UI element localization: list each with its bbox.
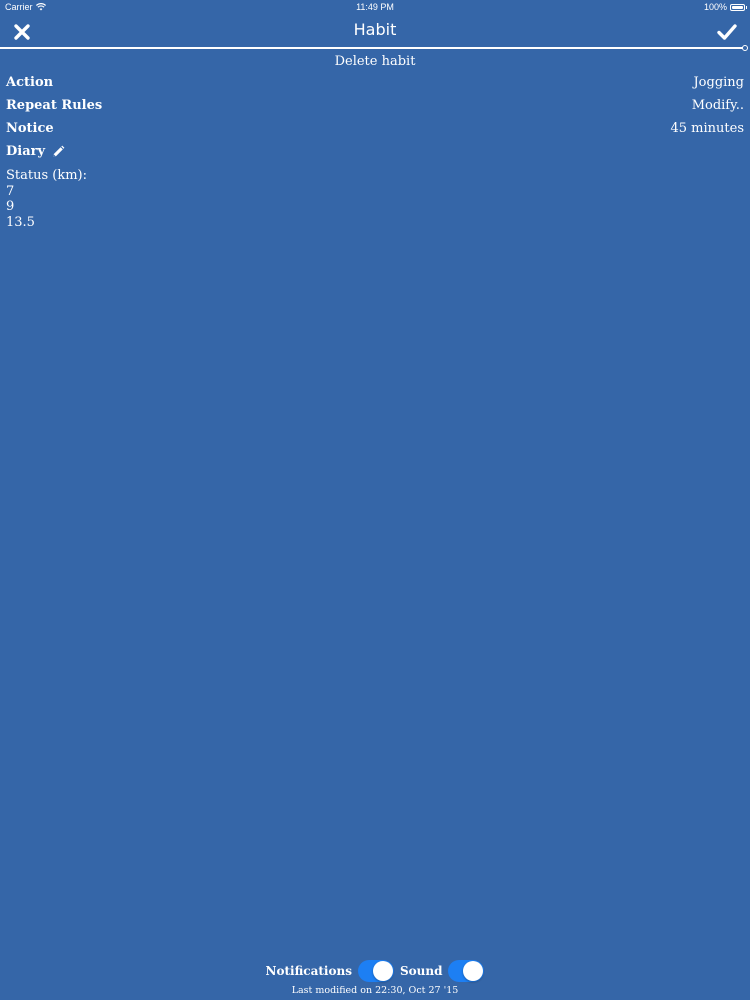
toggle-knob <box>463 961 484 981</box>
footer: Notifications Sound Last modified on 22:… <box>0 958 750 1000</box>
diary-line: Status (km): <box>6 168 88 183</box>
diary-line: 13.5 <box>6 214 35 230</box>
row-repeat-rules[interactable]: Repeat Rules Modify.. <box>6 98 744 118</box>
action-label: Action <box>6 75 54 90</box>
row-diary[interactable]: Diary <box>6 144 744 164</box>
diary-header[interactable]: Diary <box>6 144 65 159</box>
diary-line: 7 <box>6 183 15 199</box>
repeat-rules-label: Repeat Rules <box>6 98 103 113</box>
delete-habit-button[interactable]: Delete habit <box>0 54 750 69</box>
diary-label: Diary <box>6 144 46 159</box>
notice-value[interactable]: 45 minutes <box>671 121 745 136</box>
diary-line: 9 <box>6 199 15 214</box>
nav-bar: Habit <box>0 14 750 48</box>
repeat-rules-value[interactable]: Modify.. <box>692 98 744 113</box>
notifications-label: Notifications <box>265 964 352 978</box>
checkmark-icon <box>717 24 737 40</box>
toggle-bar: Notifications Sound <box>0 958 750 984</box>
battery-percent: 100% <box>703 2 727 12</box>
battery-indicator: 100% <box>703 0 747 14</box>
clock: 11:49 PM <box>356 2 394 12</box>
battery-icon <box>730 3 747 11</box>
notifications-toggle[interactable] <box>357 960 394 982</box>
last-modified-text: Last modified on 22:30, Oct 27 '15 <box>291 985 459 996</box>
toggle-knob <box>372 961 393 981</box>
action-value[interactable]: Jogging <box>693 75 744 90</box>
row-action[interactable]: Action Jogging <box>6 75 744 95</box>
diary-content[interactable]: Status (km): 7 9 13.5 <box>6 168 87 230</box>
notice-label: Notice <box>6 121 54 136</box>
nav-divider-end-dot <box>742 45 748 51</box>
sound-toggle[interactable] <box>448 960 485 982</box>
sound-label: Sound <box>399 964 443 978</box>
status-bar: Carrier 11:49 PM 100% <box>0 0 750 14</box>
page-title: Habit <box>353 20 397 39</box>
nav-divider <box>0 47 744 49</box>
pencil-icon[interactable] <box>51 145 65 159</box>
confirm-button[interactable] <box>716 22 738 42</box>
row-notice[interactable]: Notice 45 minutes <box>6 121 744 141</box>
